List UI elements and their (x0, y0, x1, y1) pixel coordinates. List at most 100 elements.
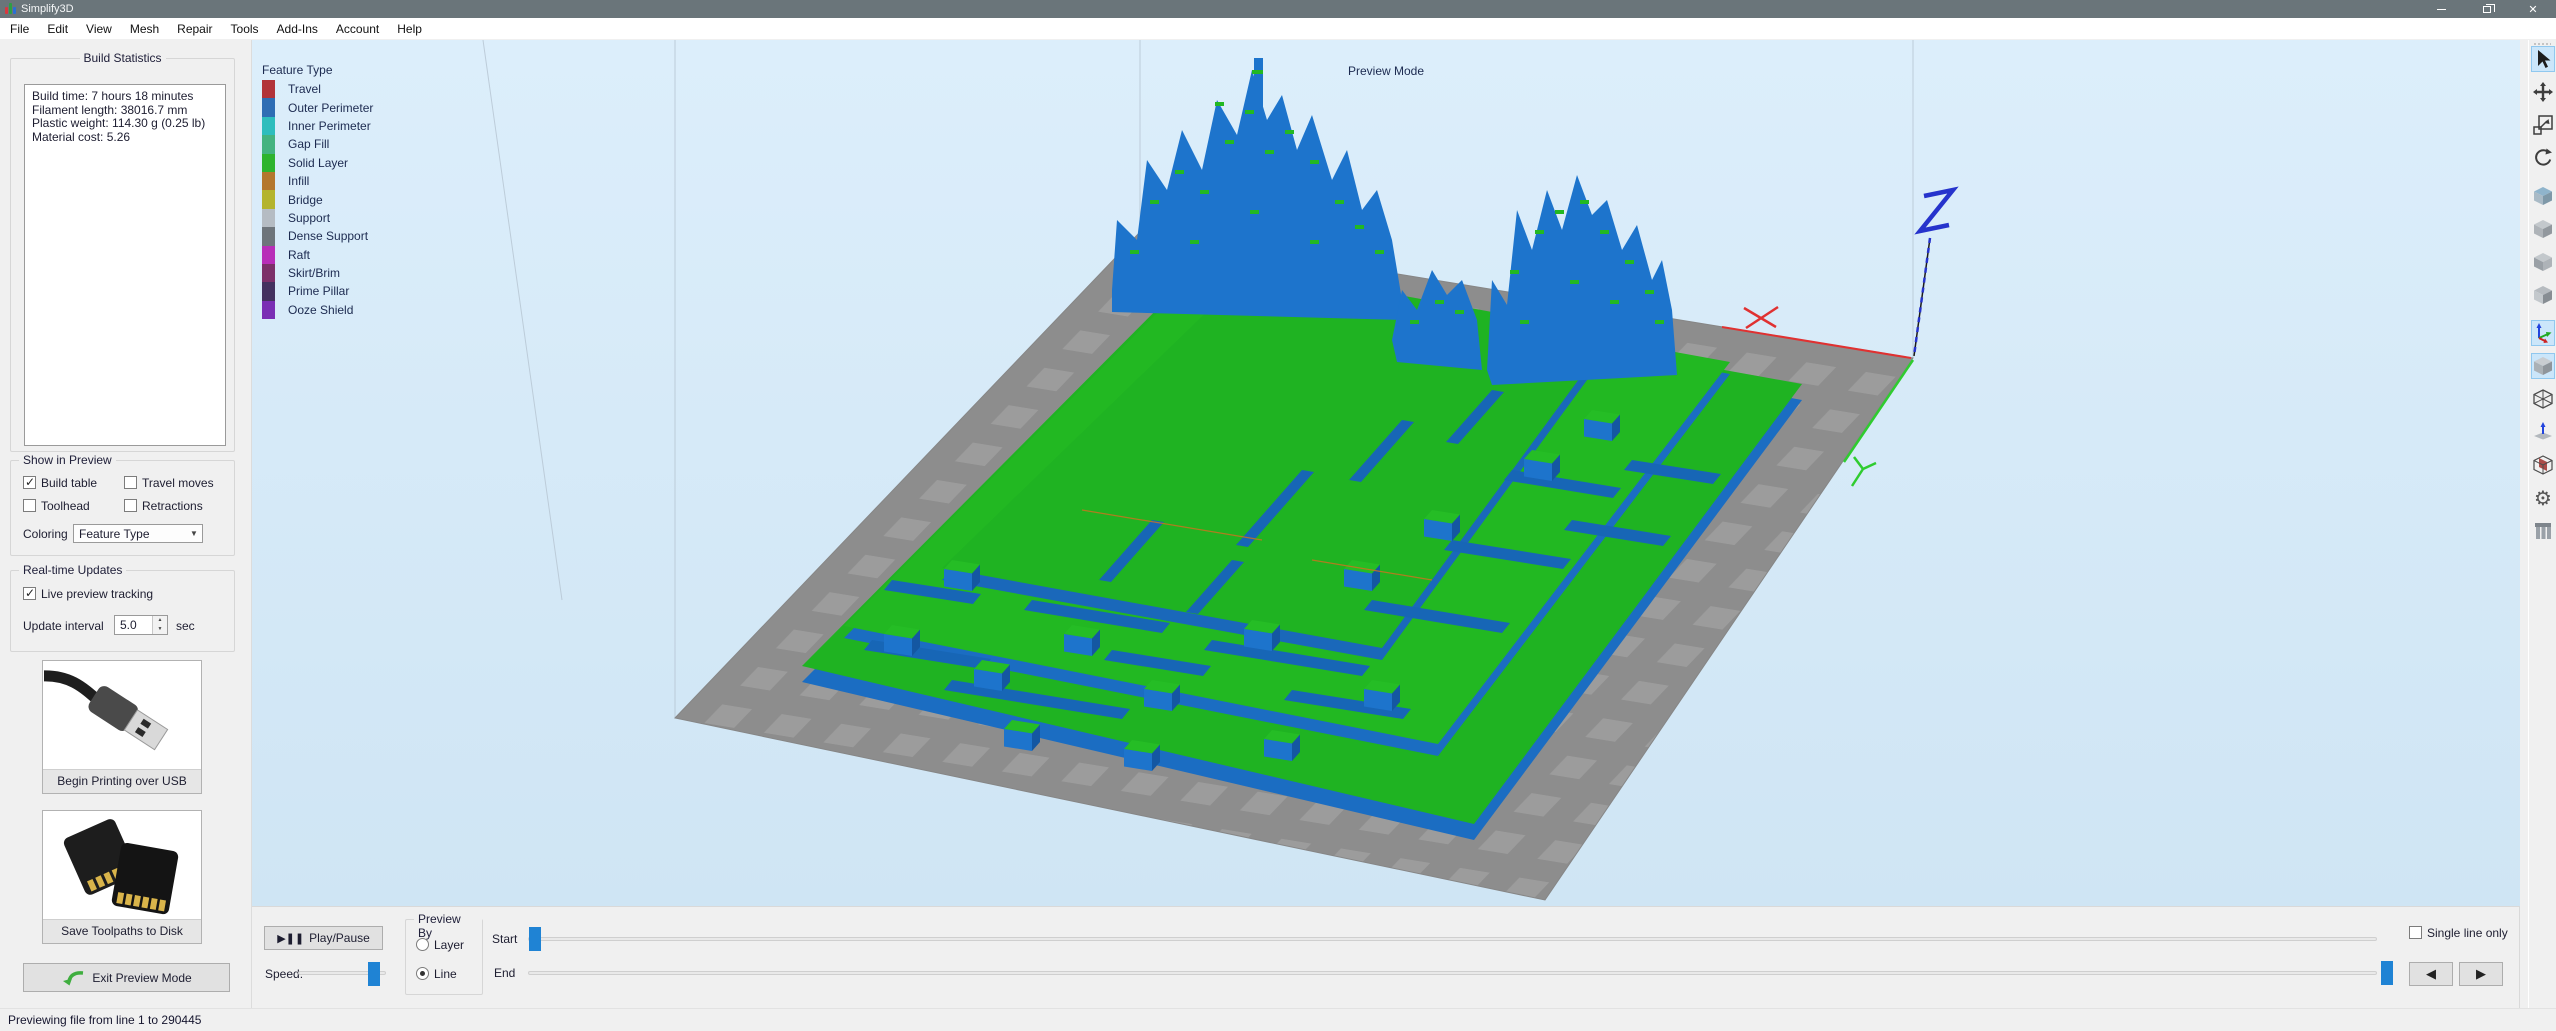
update-interval-spinner[interactable]: 5.0 ▲ ▼ (114, 615, 168, 635)
start-slider[interactable] (528, 937, 2377, 941)
retractions-checkbox[interactable] (124, 499, 137, 512)
support-structures-button[interactable] (2531, 518, 2555, 544)
menu-view[interactable]: View (77, 18, 121, 40)
menu-repair[interactable]: Repair (168, 18, 221, 40)
checkbox-toolhead[interactable]: Toolhead (23, 499, 90, 513)
pointer-icon (2532, 48, 2554, 70)
spinner-down-icon[interactable]: ▼ (153, 625, 167, 634)
view-front-button[interactable] (2531, 249, 2555, 275)
play-pause-label: Play/Pause (309, 931, 370, 945)
step-back-icon: ◀ (2426, 966, 2436, 981)
checkbox-travel-moves[interactable]: Travel moves (124, 476, 214, 490)
support-pillars-icon (2532, 520, 2554, 542)
coloring-value: Feature Type (74, 527, 186, 541)
move-icon (2532, 81, 2554, 103)
viewport-3d[interactable]: Feature Type Travel Outer Perimeter Inne… (252, 40, 2520, 906)
legend-swatch (262, 80, 275, 98)
axes-triad-icon (2532, 322, 2554, 344)
menu-help[interactable]: Help (388, 18, 431, 40)
menu-mesh[interactable]: Mesh (121, 18, 168, 40)
update-interval-unit: sec (176, 619, 195, 633)
update-interval-value: 5.0 (115, 616, 152, 634)
spinner-up-icon[interactable]: ▲ (153, 616, 167, 625)
show-in-preview-group: Show in Preview Build table Travel moves… (10, 460, 235, 556)
legend-swatch (262, 282, 275, 300)
toolhead-checkbox[interactable] (23, 499, 36, 512)
legend-swatch (262, 135, 275, 153)
stat-filament-length: Filament length: 38016.7 mm (32, 104, 218, 118)
machine-settings-button[interactable]: ⚙ (2531, 485, 2555, 511)
legend-item-gap-fill: Gap Fill (262, 135, 373, 153)
minimize-button[interactable] (2418, 0, 2464, 18)
checkbox-retractions[interactable]: Retractions (124, 499, 203, 513)
legend-item-outer-perimeter: Outer Perimeter (262, 98, 373, 116)
radio-layer-row[interactable]: Layer (416, 938, 464, 952)
live-preview-checkbox[interactable] (23, 587, 36, 600)
legend-item-dense-support: Dense Support (262, 227, 373, 245)
restore-button[interactable] (2464, 0, 2510, 18)
render-solid-button[interactable] (2531, 353, 2555, 379)
legend-swatch (262, 264, 275, 282)
legend-swatch (262, 301, 275, 319)
viewport-3d-scene[interactable] (252, 40, 2520, 906)
usb-plug-image (43, 661, 201, 769)
gear-icon: ⚙ (2534, 486, 2552, 510)
legend-item-infill: Infill (262, 172, 373, 190)
end-slider-thumb[interactable] (2381, 961, 2393, 985)
view-default-button[interactable] (2531, 183, 2555, 209)
legend-swatch (262, 227, 275, 245)
begin-printing-usb-button[interactable]: Begin Printing over USB (42, 660, 202, 794)
menu-edit[interactable]: Edit (38, 18, 77, 40)
build-table-checkbox[interactable] (23, 476, 36, 489)
step-back-button[interactable]: ◀ (2409, 962, 2453, 986)
wireframe-cube-icon (2532, 388, 2554, 410)
save-toolpaths-label: Save Toolpaths to Disk (43, 919, 201, 943)
chevron-down-icon: ▼ (186, 529, 202, 538)
legend-item-support: Support (262, 209, 373, 227)
play-pause-icon: ▶❚❚ (277, 932, 304, 945)
move-tool-button[interactable] (2531, 79, 2555, 105)
toggle-axes-button[interactable] (2531, 320, 2555, 346)
surface-normal-button[interactable] (2531, 419, 2555, 445)
exit-preview-button[interactable]: Exit Preview Mode (23, 963, 230, 992)
play-pause-button[interactable]: ▶❚❚ Play/Pause (264, 926, 383, 950)
update-interval-label: Update interval (23, 619, 104, 633)
layer-radio[interactable] (416, 938, 429, 951)
legend-swatch (262, 209, 275, 227)
render-wireframe-button[interactable] (2531, 386, 2555, 412)
scale-tool-button[interactable] (2531, 112, 2555, 138)
begin-printing-usb-label: Begin Printing over USB (43, 769, 201, 793)
checkbox-build-table[interactable]: Build table (23, 476, 97, 490)
menu-addins[interactable]: Add-Ins (268, 18, 327, 40)
view-side-button[interactable] (2531, 282, 2555, 308)
close-button[interactable]: ✕ (2510, 0, 2556, 18)
stat-build-time: Build time: 7 hours 18 minutes (32, 90, 218, 104)
end-slider[interactable] (528, 971, 2377, 975)
step-forward-button[interactable]: ▶ (2459, 962, 2503, 986)
legend-swatch (262, 190, 275, 208)
checkbox-live-preview[interactable]: Live preview tracking (23, 587, 153, 601)
menu-file[interactable]: File (0, 18, 38, 40)
menu-tools[interactable]: Tools (222, 18, 268, 40)
legend-swatch (262, 246, 275, 264)
coloring-dropdown[interactable]: Feature Type ▼ (73, 524, 203, 543)
speed-slider-thumb[interactable] (368, 962, 380, 986)
realtime-updates-title: Real-time Updates (19, 563, 126, 577)
pointer-tool-button[interactable] (2531, 46, 2555, 72)
travel-moves-checkbox[interactable] (124, 476, 137, 489)
line-radio[interactable] (416, 967, 429, 980)
close-icon: ✕ (2528, 3, 2537, 16)
radio-line-row[interactable]: Line (416, 967, 457, 981)
app-logo-icon (5, 3, 16, 14)
status-text: Previewing file from line 1 to 290445 (0, 1009, 2556, 1027)
build-statistics-group: Build Statistics Build time: 7 hours 18 … (10, 58, 235, 452)
menu-account[interactable]: Account (327, 18, 388, 40)
view-top-button[interactable] (2531, 216, 2555, 242)
single-line-checkbox[interactable] (2409, 926, 2422, 939)
cross-section-button[interactable] (2531, 452, 2555, 478)
start-slider-thumb[interactable] (529, 927, 541, 951)
save-toolpaths-button[interactable]: Save Toolpaths to Disk (42, 810, 202, 944)
single-line-row[interactable]: Single line only (2409, 926, 2508, 940)
rotate-tool-button[interactable] (2531, 145, 2555, 171)
legend-swatch (262, 154, 275, 172)
